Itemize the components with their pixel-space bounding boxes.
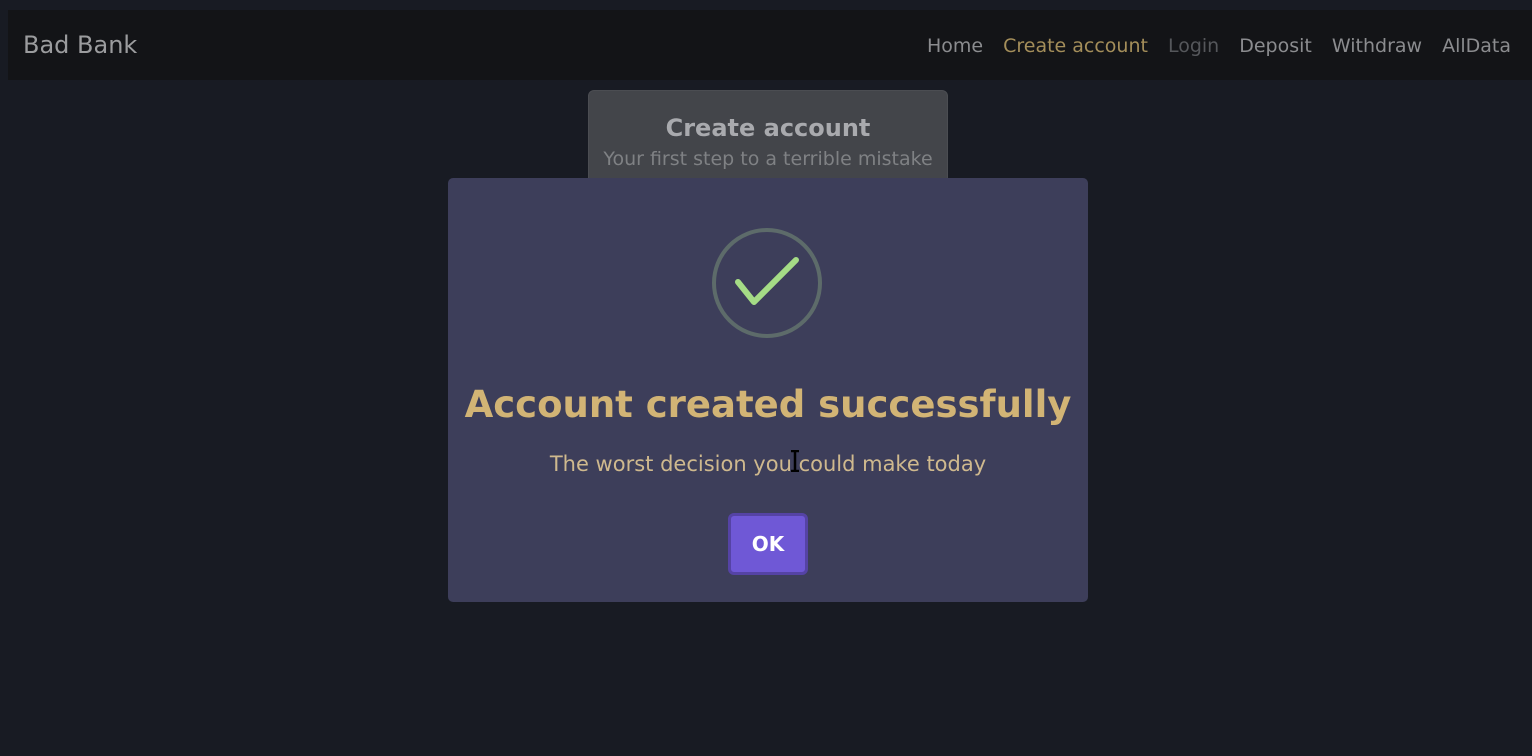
nav-link-deposit[interactable]: Deposit xyxy=(1239,32,1312,60)
nav-link-withdraw[interactable]: Withdraw xyxy=(1332,32,1422,60)
modal-text: The worst decision you could make today xyxy=(549,452,987,476)
nav-links: Home Create account Login Deposit Withdr… xyxy=(907,32,1511,60)
text-cursor-icon xyxy=(791,450,799,472)
nav-link-create-account[interactable]: Create account xyxy=(1003,32,1148,60)
nav-link-login[interactable]: Login xyxy=(1168,32,1219,60)
nav-link-alldata[interactable]: AllData xyxy=(1442,32,1511,60)
modal-title: Account created successfully xyxy=(464,383,1072,426)
checkmark-success-icon xyxy=(712,228,822,338)
checkmark-icon xyxy=(735,257,799,305)
navbar: Bad Bank Home Create account Login Depos… xyxy=(8,10,1532,80)
success-modal: Account created successfully The worst d… xyxy=(448,178,1088,602)
card-title: Create account xyxy=(665,114,871,142)
nav-link-home[interactable]: Home xyxy=(927,32,983,60)
create-account-card: Create account Your first step to a terr… xyxy=(588,90,948,190)
page: Bad Bank Home Create account Login Depos… xyxy=(0,0,1532,756)
ok-button[interactable]: OK xyxy=(728,513,808,575)
card-subtitle: Your first step to a terrible mistake xyxy=(603,148,933,170)
brand-logo[interactable]: Bad Bank xyxy=(23,30,137,60)
